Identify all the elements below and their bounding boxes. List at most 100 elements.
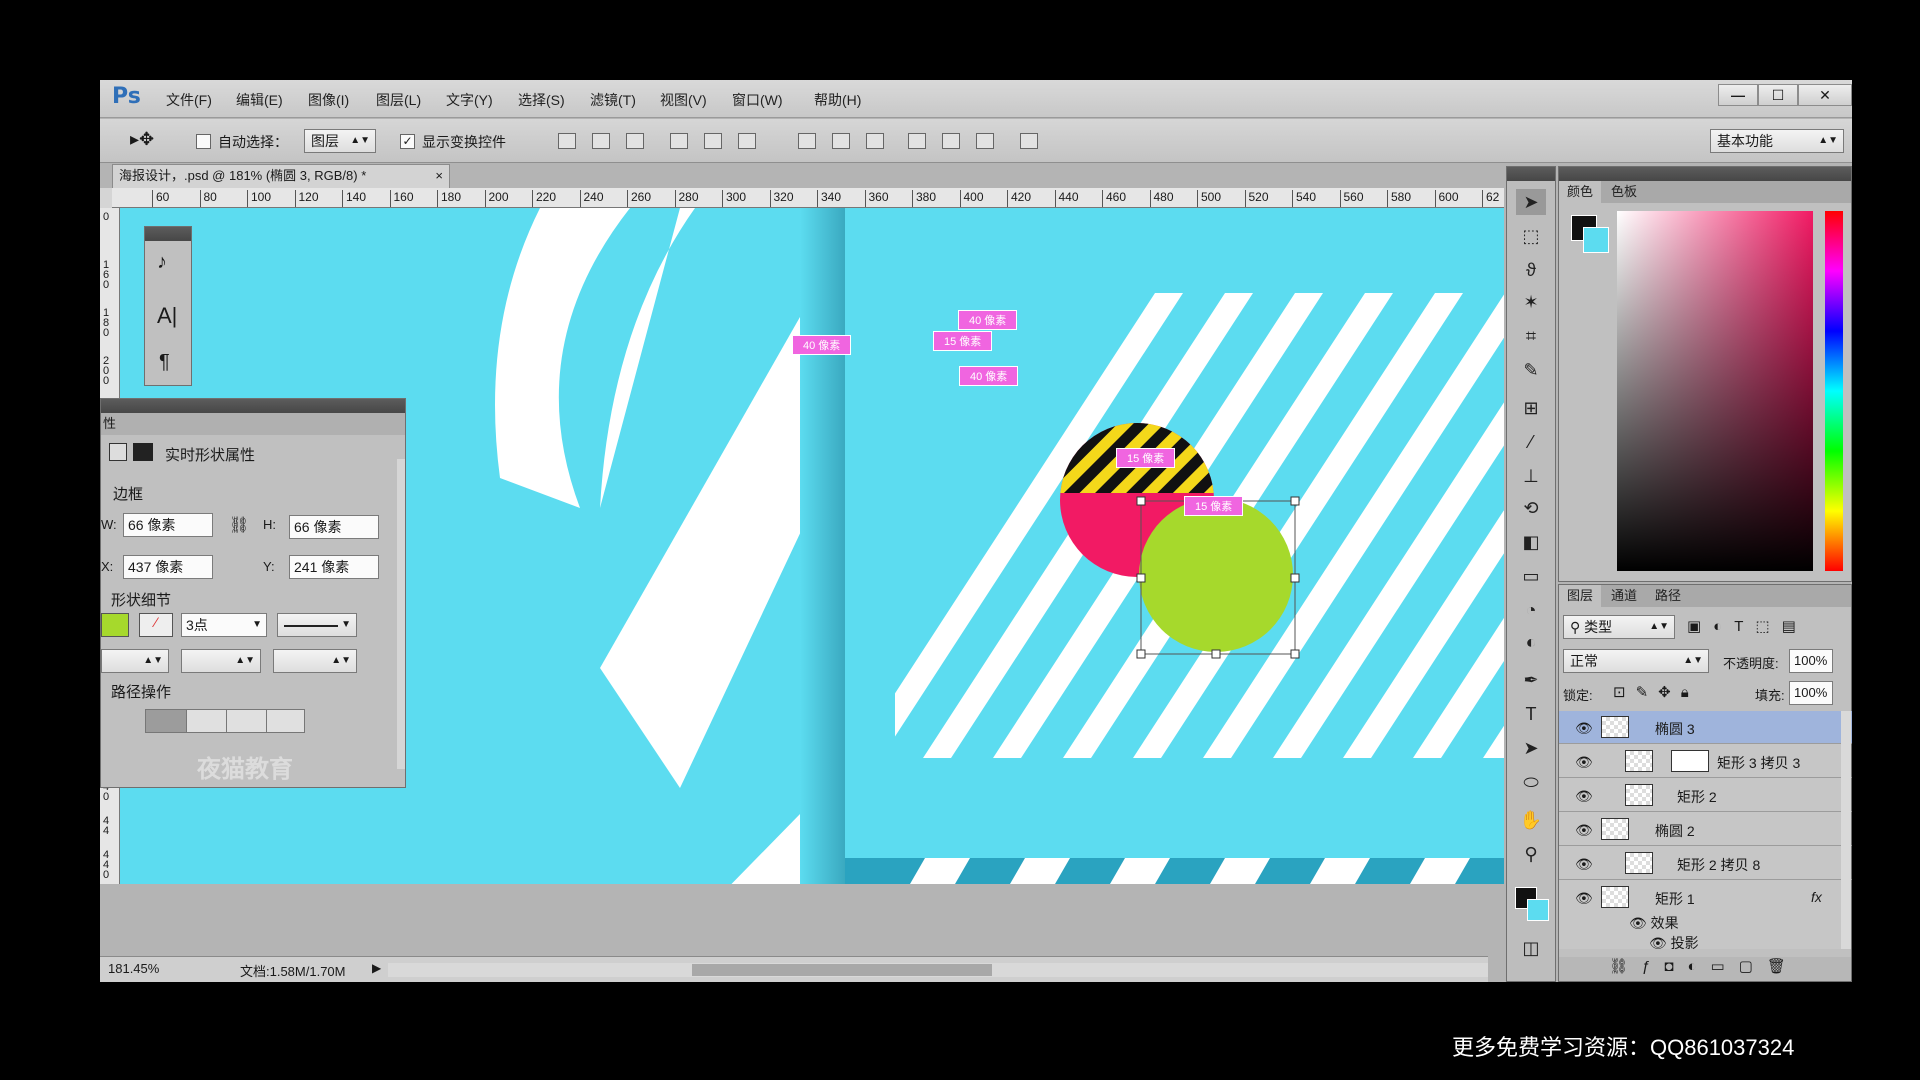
- eye-icon[interactable]: 👁︎: [1575, 720, 1593, 737]
- stroke-type-dropdown[interactable]: ▼: [277, 613, 357, 637]
- tab-layers[interactable]: 图层: [1559, 585, 1602, 607]
- blur-tool-icon[interactable]: ◔: [1516, 597, 1546, 623]
- eye-icon[interactable]: 👁︎: [1575, 754, 1593, 771]
- eyedropper-tool-icon[interactable]: ✎: [1516, 357, 1546, 383]
- corner-type-dropdown[interactable]: ▲▼: [273, 649, 357, 673]
- fill-color-swatch[interactable]: [101, 613, 129, 637]
- color-field[interactable]: [1617, 211, 1813, 571]
- fx-icon[interactable]: fx: [1811, 889, 1822, 905]
- menu-file[interactable]: 文件(F): [166, 90, 212, 110]
- close-tab-icon[interactable]: ×: [435, 165, 443, 187]
- menu-help[interactable]: 帮助(H): [814, 90, 861, 110]
- mask-icon[interactable]: [133, 443, 153, 461]
- type-tool-icon[interactable]: T: [1516, 701, 1546, 727]
- layers-footer-buttons[interactable]: ⛓ƒ◘◐▭▢🗑︎: [1559, 957, 1851, 981]
- align-vcenter-icon[interactable]: [592, 133, 610, 149]
- align-top-icon[interactable]: [558, 133, 576, 149]
- maximize-button[interactable]: ☐: [1758, 84, 1798, 106]
- combine-shapes-icon[interactable]: [146, 710, 186, 732]
- align-bottom-icon[interactable]: [626, 133, 644, 149]
- cap-type-dropdown[interactable]: ▲▼: [181, 649, 261, 673]
- stamp-tool-icon[interactable]: ⊥: [1516, 463, 1546, 489]
- history-brush-tool-icon[interactable]: ⟲: [1516, 495, 1546, 521]
- layers-scrollbar[interactable]: [1841, 711, 1851, 949]
- width-input[interactable]: 66 像素: [123, 513, 213, 537]
- paragraph-styles-icon[interactable]: ♪: [157, 251, 167, 274]
- height-input[interactable]: 66 像素: [289, 515, 379, 539]
- menu-view[interactable]: 视图(V): [660, 90, 707, 110]
- align-hcenter-icon[interactable]: [704, 133, 722, 149]
- auto-select-checkbox[interactable]: [196, 134, 211, 149]
- distribute-hcenter-icon[interactable]: [942, 133, 960, 149]
- dodge-tool-icon[interactable]: ◐: [1516, 629, 1546, 655]
- crop-tool-icon[interactable]: ⌗: [1516, 323, 1546, 349]
- filter-icons[interactable]: ▣◐T⬚▤: [1687, 617, 1808, 635]
- layer-row[interactable]: 👁︎ 矩形 1 fx: [1559, 881, 1852, 911]
- scrollbar-thumb[interactable]: [692, 964, 992, 976]
- opacity-input[interactable]: 100%: [1789, 649, 1833, 673]
- hue-slider[interactable]: [1825, 211, 1843, 571]
- x-input[interactable]: 437 像素: [123, 555, 213, 579]
- quick-mask-icon[interactable]: ◫: [1516, 935, 1546, 961]
- healing-tool-icon[interactable]: ⊞: [1516, 395, 1546, 421]
- menu-type[interactable]: 文字(Y): [446, 90, 493, 110]
- stroke-width-input[interactable]: 3点 ▼: [181, 613, 267, 637]
- menu-image[interactable]: 图像(I): [308, 90, 349, 110]
- gradient-tool-icon[interactable]: ▭: [1516, 563, 1546, 589]
- zoom-tool-icon[interactable]: ⚲: [1516, 841, 1546, 867]
- blend-mode-dropdown[interactable]: 正常 ▲▼: [1563, 649, 1709, 673]
- intersect-shape-icon[interactable]: [226, 710, 266, 732]
- paragraph-icon[interactable]: ¶: [159, 351, 170, 374]
- subtract-shape-icon[interactable]: [186, 710, 226, 732]
- menu-layer[interactable]: 图层(L): [376, 90, 421, 110]
- distribute-left-icon[interactable]: [908, 133, 926, 149]
- layer-row[interactable]: 👁︎ 矩形 3 拷贝 3: [1559, 745, 1852, 778]
- align-stroke-dropdown[interactable]: ▲▼: [101, 649, 169, 673]
- eye-icon[interactable]: 👁︎: [1575, 822, 1593, 839]
- eye-icon[interactable]: 👁︎: [1575, 788, 1593, 805]
- pen-tool-icon[interactable]: ✒: [1516, 667, 1546, 693]
- layer-row[interactable]: 👁︎ 椭圆 3: [1559, 711, 1852, 744]
- eye-icon[interactable]: 👁︎: [1575, 890, 1593, 907]
- brush-tool-icon[interactable]: ⁄: [1516, 429, 1546, 455]
- hand-tool-icon[interactable]: ✋: [1516, 807, 1546, 833]
- zoom-level[interactable]: 181.45%: [108, 961, 159, 976]
- eraser-tool-icon[interactable]: ◧: [1516, 529, 1546, 555]
- y-input[interactable]: 241 像素: [289, 555, 379, 579]
- tab-swatches[interactable]: 色板: [1603, 181, 1645, 203]
- minimize-button[interactable]: —: [1718, 84, 1758, 106]
- layer-row[interactable]: 👁︎ 矩形 2 拷贝 8: [1559, 847, 1852, 880]
- auto-align-icon[interactable]: [1020, 133, 1038, 149]
- menu-window[interactable]: 窗口(W): [732, 90, 783, 110]
- drop-shadow-row[interactable]: 👁︎ 投影: [1649, 933, 1699, 953]
- stroke-color-swatch[interactable]: ⁄: [139, 613, 173, 637]
- marquee-tool-icon[interactable]: ⬚: [1516, 223, 1546, 249]
- eye-icon[interactable]: 👁︎: [1575, 856, 1593, 873]
- tab-channels[interactable]: 通道: [1603, 585, 1645, 607]
- distribute-vcenter-icon[interactable]: [832, 133, 850, 149]
- layer-row[interactable]: 👁︎ 矩形 2: [1559, 779, 1852, 812]
- align-right-icon[interactable]: [738, 133, 756, 149]
- fill-input[interactable]: 100%: [1789, 681, 1833, 705]
- exclude-shape-icon[interactable]: [266, 710, 306, 732]
- move-tool-icon[interactable]: ➤: [1516, 189, 1546, 215]
- doc-info[interactable]: 文档:1.58M/1.70M: [240, 961, 346, 980]
- distribute-top-icon[interactable]: [798, 133, 816, 149]
- properties-scrollbar[interactable]: [397, 459, 405, 769]
- horizontal-scrollbar[interactable]: [388, 963, 1488, 977]
- align-left-icon[interactable]: [670, 133, 688, 149]
- character-icon[interactable]: A|: [157, 303, 177, 329]
- distribute-bottom-icon[interactable]: [866, 133, 884, 149]
- document-tab[interactable]: 海报设计，.psd @ 181% (椭圆 3, RGB/8) * ×: [112, 164, 450, 188]
- menu-filter[interactable]: 滤镜(T): [590, 90, 636, 110]
- menu-edit[interactable]: 编辑(E): [236, 90, 283, 110]
- auto-select-dropdown[interactable]: 图层 ▲▼: [304, 129, 376, 153]
- workspace-dropdown[interactable]: 基本功能 ▲▼: [1710, 129, 1844, 153]
- layer-filter-dropdown[interactable]: ⚲ 类型 ▲▼: [1563, 615, 1675, 639]
- show-transform-checkbox[interactable]: ✓: [400, 134, 415, 149]
- status-menu-arrow-icon[interactable]: ▶: [372, 961, 381, 975]
- bg-swatch[interactable]: [1583, 227, 1609, 253]
- lasso-tool-icon[interactable]: ϑ: [1516, 257, 1546, 283]
- ellipse-tool-icon[interactable]: ⬭: [1516, 769, 1546, 795]
- path-select-tool-icon[interactable]: ➤: [1516, 735, 1546, 761]
